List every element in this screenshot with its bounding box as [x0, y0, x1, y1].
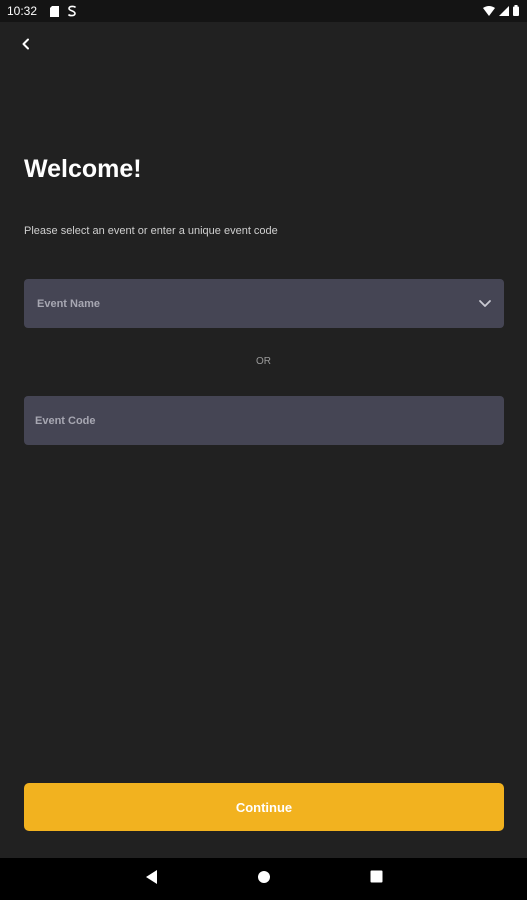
- continue-button[interactable]: Continue: [24, 783, 504, 831]
- or-divider-label: OR: [256, 356, 271, 367]
- nav-home-button[interactable]: [255, 870, 273, 888]
- status-time: 10:32: [7, 4, 38, 18]
- chevron-down-icon: [478, 295, 492, 313]
- nav-recents-button[interactable]: [367, 870, 385, 888]
- status-bar: 10:32: [0, 0, 527, 22]
- system-navigation-bar: [0, 858, 527, 900]
- status-left-icons: [50, 5, 77, 20]
- sim-card-icon: [50, 5, 59, 20]
- event-code-field[interactable]: [24, 396, 504, 445]
- status-right-icons: [483, 5, 519, 19]
- event-name-placeholder: Event Name: [37, 297, 100, 310]
- wifi-icon: [483, 5, 495, 19]
- event-name-select[interactable]: Event Name: [24, 279, 504, 328]
- nav-home-icon: [257, 870, 271, 889]
- welcome-screen: 10:32 Welcome! Please select an event or…: [0, 0, 527, 900]
- continue-button-label: Continue: [235, 799, 293, 815]
- event-code-input[interactable]: [35, 414, 492, 427]
- battery-icon: [513, 5, 519, 19]
- s-app-icon: [67, 5, 77, 20]
- page-subtitle: Please select an event or enter a unique…: [24, 225, 278, 237]
- nav-back-button[interactable]: [142, 869, 160, 890]
- back-button[interactable]: [16, 36, 36, 56]
- cellular-signal-icon: [499, 5, 509, 19]
- chevron-left-icon: [21, 37, 31, 55]
- nav-recents-icon: [370, 870, 383, 888]
- nav-back-icon: [144, 869, 158, 890]
- page-title: Welcome!: [24, 155, 142, 183]
